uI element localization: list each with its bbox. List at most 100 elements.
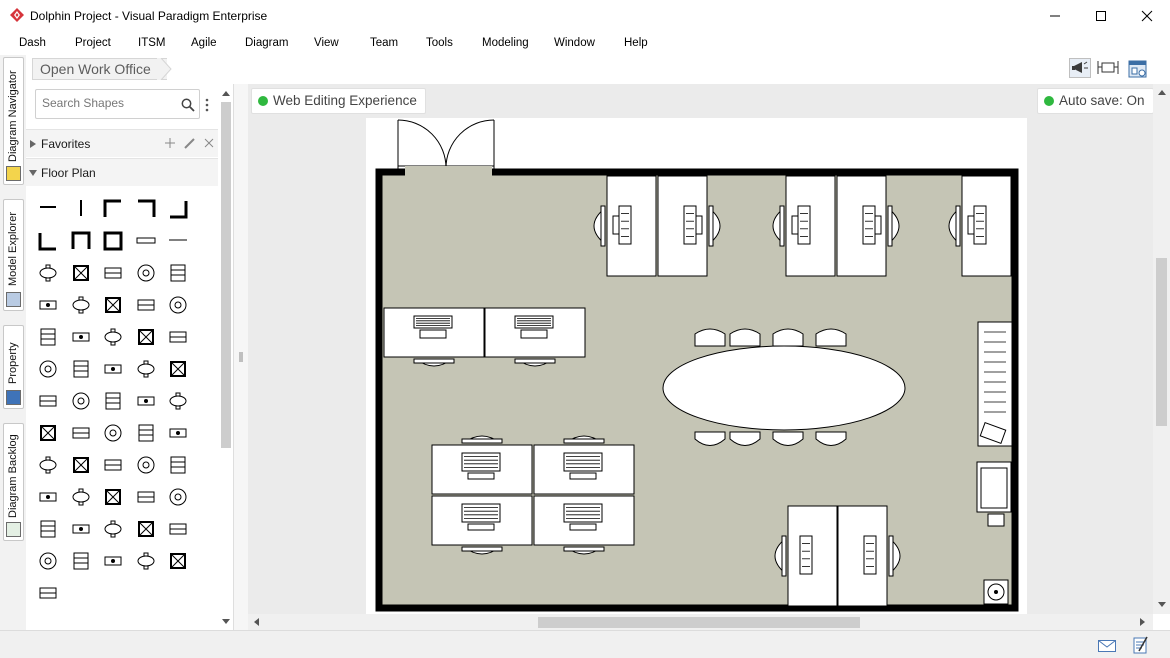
shape-double-door[interactable] (32, 289, 64, 321)
favorites-section[interactable]: Favorites (26, 129, 218, 157)
shape-table-4[interactable] (65, 513, 97, 545)
meeting-chair[interactable] (772, 328, 804, 347)
edit-icon[interactable] (184, 138, 195, 149)
shape-bin[interactable] (130, 385, 162, 417)
shape-stool[interactable] (65, 321, 97, 353)
shape-plant[interactable] (65, 385, 97, 417)
search-icon[interactable] (181, 98, 195, 112)
shape-computer[interactable] (97, 385, 129, 417)
keyboard[interactable] (467, 523, 495, 531)
shape-square-table[interactable] (65, 545, 97, 577)
shape-window[interactable] (130, 225, 162, 257)
computer[interactable] (973, 205, 987, 245)
menu-help[interactable]: Help (624, 37, 648, 49)
shape-file-cabinet[interactable] (130, 321, 162, 353)
shape-tv-stand[interactable] (97, 321, 129, 353)
shape-wall-corner-bl[interactable] (32, 225, 64, 257)
tab-model-explorer[interactable]: Model Explorer (3, 199, 24, 311)
keyboard[interactable] (874, 215, 882, 235)
scroll-up-icon[interactable] (222, 91, 230, 96)
shape-wall-u[interactable] (65, 225, 97, 257)
computer[interactable] (563, 503, 603, 523)
keyboard[interactable] (520, 329, 548, 339)
computer[interactable] (618, 205, 632, 245)
shape-server[interactable] (162, 481, 194, 513)
keyboard[interactable] (612, 215, 620, 235)
computer[interactable] (413, 315, 453, 329)
floor-plan-diagram[interactable] (248, 84, 1153, 614)
keyboard[interactable] (419, 329, 447, 339)
shape-envelope[interactable] (162, 353, 194, 385)
menu-view[interactable]: View (314, 37, 339, 49)
shape-cooktop[interactable] (130, 417, 162, 449)
menu-diagram[interactable]: Diagram (245, 37, 288, 49)
copier-tray[interactable] (987, 513, 1005, 527)
shape-l-wall[interactable] (32, 353, 64, 385)
shape-wall-segment[interactable] (32, 257, 64, 289)
keyboard[interactable] (569, 472, 597, 480)
menu-itsm[interactable]: ITSM (138, 37, 165, 49)
shape-wall-corner-tl[interactable] (97, 193, 129, 225)
shape-rect-table[interactable] (65, 481, 97, 513)
shape-monitor[interactable] (97, 353, 129, 385)
shape-door-swing[interactable] (162, 257, 194, 289)
shape-bay-window[interactable] (65, 289, 97, 321)
computer[interactable] (799, 535, 813, 575)
shape-piano[interactable] (162, 385, 194, 417)
shape-shelf[interactable] (130, 257, 162, 289)
diagram-canvas[interactable] (248, 84, 1153, 614)
panel-splitter[interactable] (234, 84, 248, 630)
shape-panel-scrollbar[interactable] (218, 86, 234, 630)
shape-l-desk[interactable] (65, 353, 97, 385)
meeting-chair[interactable] (729, 328, 761, 347)
computer[interactable] (461, 452, 501, 472)
scroll-thumb[interactable] (1156, 258, 1167, 426)
canvas-vertical-scrollbar[interactable] (1153, 84, 1170, 614)
shape-chair[interactable] (65, 417, 97, 449)
computer[interactable] (563, 452, 603, 472)
shape-room[interactable] (97, 225, 129, 257)
shape-locker[interactable] (162, 289, 194, 321)
menu-tools[interactable]: Tools (426, 37, 453, 49)
shape-printer[interactable] (162, 321, 194, 353)
close-button[interactable] (1124, 0, 1170, 32)
search-input[interactable] (42, 96, 172, 110)
menu-dash[interactable]: Dash (19, 37, 46, 49)
shape-wall-corner-br[interactable] (162, 193, 194, 225)
shape-rug[interactable] (32, 577, 64, 609)
shape-basin[interactable] (65, 449, 97, 481)
shape-wall-vertical[interactable] (65, 193, 97, 225)
shape-ladder[interactable] (97, 257, 129, 289)
shape-counter[interactable] (32, 321, 64, 353)
shape-long-table[interactable] (162, 513, 194, 545)
shape-shower[interactable] (162, 449, 194, 481)
shape-dining-chair[interactable] (32, 513, 64, 545)
shape-oval-table-8[interactable] (162, 545, 194, 577)
shape-sofa[interactable] (162, 417, 194, 449)
shape-table-6[interactable] (97, 545, 129, 577)
menu-project[interactable]: Project (75, 37, 111, 49)
shape-crossed-box[interactable] (130, 353, 162, 385)
shape-round-table-4[interactable] (97, 513, 129, 545)
remove-icon[interactable] (204, 138, 214, 148)
computer[interactable] (862, 205, 876, 245)
layout-button[interactable] (1127, 58, 1149, 80)
mail-icon[interactable] (1098, 640, 1116, 652)
more-options-icon[interactable] (204, 97, 210, 113)
canvas-horizontal-scrollbar[interactable] (248, 614, 1153, 630)
shape-oval-table-6[interactable] (130, 545, 162, 577)
notes-icon[interactable] (1133, 636, 1148, 654)
computer[interactable] (683, 205, 697, 245)
menu-team[interactable]: Team (370, 37, 398, 49)
megaphone-button[interactable] (1069, 58, 1091, 78)
shape-wall-corner-tr[interactable] (130, 193, 162, 225)
scroll-down-icon[interactable] (1158, 602, 1166, 607)
scroll-down-icon[interactable] (222, 619, 230, 624)
shape-sink[interactable] (32, 449, 64, 481)
meeting-chair[interactable] (815, 328, 847, 347)
computer[interactable] (863, 535, 877, 575)
breadcrumb-item[interactable]: Open Work Office (32, 58, 167, 80)
minimize-button[interactable] (1032, 0, 1078, 32)
tab-diagram-backlog[interactable]: Diagram Backlog (3, 423, 24, 541)
floor-plan-section[interactable]: Floor Plan (26, 158, 218, 186)
